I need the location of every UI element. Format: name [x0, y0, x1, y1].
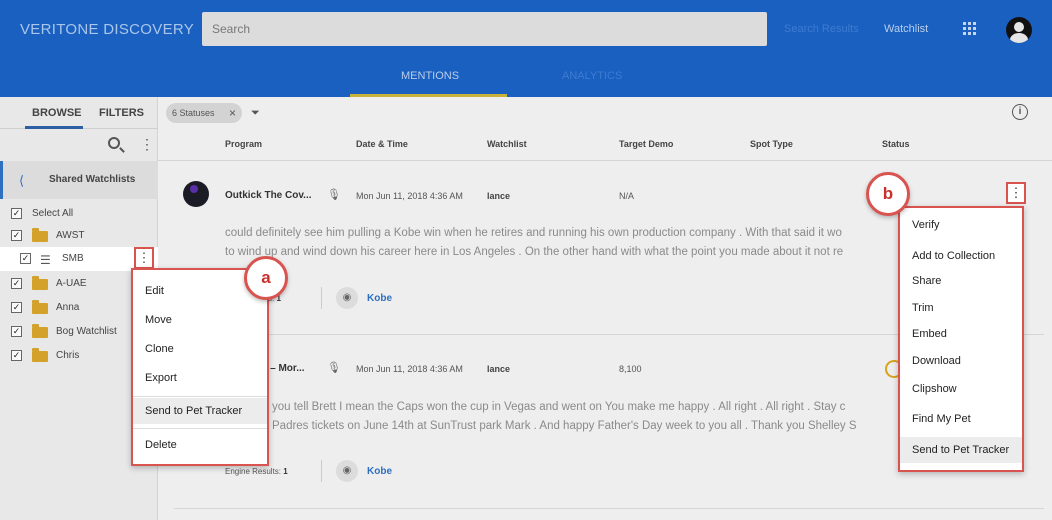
column-header-watchlist[interactable]: Watchlist — [487, 139, 527, 149]
menu-item-clone[interactable]: Clone — [132, 336, 268, 362]
mention-datetime: Mon Jun 11, 2018 4:36 AM — [356, 364, 463, 374]
sidebar-item-label: A-UAE — [56, 278, 87, 289]
watchlist-link[interactable]: Watchlist — [884, 23, 928, 35]
checkbox[interactable]: ✓ — [11, 278, 22, 289]
app-brand[interactable]: VERITONE DISCOVERY — [20, 21, 194, 38]
tab-browse[interactable]: BROWSE — [32, 107, 82, 119]
sidebar-item-label: Anna — [56, 302, 80, 313]
face-result-link[interactable]: Kobe — [367, 466, 392, 477]
filter-icon[interactable]: ⏷ — [251, 107, 260, 120]
select-all-label: Select All — [32, 208, 74, 219]
sidebar-item-label: SMB — [62, 253, 84, 264]
microphone-icon: 🎙 — [327, 189, 341, 201]
menu-item-send-to-pet-tracker[interactable]: Send to Pet Tracker — [132, 398, 268, 424]
close-icon[interactable]: × — [229, 103, 236, 123]
avatar[interactable] — [1006, 17, 1032, 43]
program-thumbnail — [183, 181, 209, 207]
mention-more-menu-button[interactable]: ⋮ — [1006, 182, 1026, 204]
face-recognition-icon: ◉ — [336, 460, 358, 482]
column-header-target-demo[interactable]: Target Demo — [619, 139, 673, 149]
browse-tab-indicator — [25, 126, 83, 129]
menu-item-move[interactable]: Move — [132, 307, 268, 333]
menu-item-send-to-pet-tracker[interactable]: Send to Pet Tracker — [899, 437, 1023, 463]
callout-a: a — [244, 256, 288, 300]
menu-item-clipshow[interactable]: Clipshow — [899, 376, 1023, 402]
shared-watchlists-header[interactable]: ⟨ Shared Watchlists — [0, 161, 158, 199]
column-header-spot-type[interactable]: Spot Type — [750, 139, 793, 149]
tab-analytics[interactable]: ANALYTICS — [562, 70, 622, 82]
sidebar-tabs: BROWSE FILTERS — [0, 97, 158, 129]
face-result-link[interactable]: Kobe — [367, 293, 392, 304]
divider — [321, 460, 322, 482]
share-icon: ⟨ — [19, 173, 25, 188]
menu-item-find-my-pet[interactable]: Find My Pet — [899, 406, 1023, 432]
divider — [321, 287, 322, 309]
column-header-status[interactable]: Status — [882, 139, 910, 149]
menu-item-trim[interactable]: Trim — [899, 295, 1023, 321]
face-recognition-icon: ◉ — [336, 287, 358, 309]
watchlist-context-menu: Edit Move Clone Export Send to Pet Track… — [131, 268, 269, 466]
folder-icon — [32, 300, 48, 314]
checkbox[interactable]: ✓ — [11, 208, 22, 219]
callout-b: b — [866, 172, 910, 216]
transcript-line: Padres tickets on June 14th at SunTrust … — [272, 420, 857, 432]
mention-watchlist: lance — [487, 191, 511, 201]
status-filter-chip[interactable]: 6 Statuses × — [166, 103, 242, 123]
folder-icon — [32, 228, 48, 242]
apps-grid-icon[interactable] — [963, 22, 976, 35]
checkbox[interactable]: ✓ — [11, 230, 22, 241]
folder-icon — [32, 348, 48, 362]
menu-item-share[interactable]: Share — [899, 268, 1023, 294]
sidebar-item-awst[interactable]: ✓ AWST — [0, 225, 158, 247]
menu-item-delete[interactable]: Delete — [132, 432, 268, 458]
transcript-line: you tell Brett I mean the Caps won the c… — [272, 401, 846, 413]
menu-item-export[interactable]: Export — [132, 365, 268, 391]
mention-target-demo: N/A — [619, 191, 635, 201]
menu-item-download[interactable]: Download — [899, 348, 1023, 374]
sidebar-item-label: Bog Watchlist — [56, 326, 117, 337]
menu-item-verify[interactable]: Verify — [899, 212, 1023, 238]
list-icon: ☰ — [40, 253, 51, 267]
mention-datetime: Mon Jun 11, 2018 4:36 AM — [356, 191, 463, 201]
transcript-line: could definitely see him pulling a Kobe … — [225, 227, 842, 239]
mention-watchlist: lance — [487, 364, 511, 374]
select-all-row[interactable]: ✓ Select All — [0, 203, 158, 225]
column-header-date-time[interactable]: Date & Time — [356, 139, 408, 149]
folder-icon — [32, 276, 48, 290]
checkbox[interactable]: ✓ — [11, 350, 22, 361]
sidebar-item-label: Chris — [56, 350, 80, 361]
tab-filters[interactable]: FILTERS — [99, 107, 144, 119]
more-vert-icon[interactable]: ⋮ — [140, 137, 154, 151]
program-name[interactable]: Outkick The Cov... — [225, 190, 312, 201]
chip-label: 6 Statuses — [172, 108, 215, 118]
menu-item-add-to-collection[interactable]: Add to Collection — [899, 243, 1023, 269]
mention-target-demo: 8,100 — [619, 364, 642, 374]
menu-divider — [132, 396, 268, 397]
mention-divider — [174, 508, 1044, 509]
checkbox[interactable]: ✓ — [11, 326, 22, 337]
tab-mentions[interactable]: MENTIONS — [401, 70, 459, 82]
search-icon[interactable] — [108, 137, 120, 149]
engine-results-label: Engine Results: — [225, 467, 282, 476]
transcript-line: to wind up and wind down his career here… — [225, 246, 844, 258]
folder-icon — [32, 324, 48, 338]
menu-divider — [132, 428, 268, 429]
info-icon[interactable]: i — [1012, 104, 1028, 120]
mention-context-menu: Verify Add to Collection Share Trim Embe… — [898, 206, 1024, 472]
smb-more-menu-button[interactable]: ⋮ — [134, 247, 154, 269]
shared-watchlists-label: Shared Watchlists — [49, 174, 136, 185]
search-input[interactable]: Search — [202, 12, 767, 46]
engine-results-count: 1 — [283, 467, 288, 476]
checkbox[interactable]: ✓ — [11, 302, 22, 313]
engine-results: Engine Results: 1 — [225, 467, 288, 476]
column-header-program[interactable]: Program — [225, 139, 262, 149]
sidebar-item-label: AWST — [56, 230, 85, 241]
menu-item-embed[interactable]: Embed — [899, 321, 1023, 347]
header-divider — [158, 160, 1052, 161]
microphone-icon: 🎙 — [327, 362, 341, 374]
top-bar: VERITONE DISCOVERY Search Search Results… — [0, 0, 1052, 97]
checkbox[interactable]: ✓ — [20, 253, 31, 264]
search-results-link[interactable]: Search Results — [784, 23, 859, 35]
